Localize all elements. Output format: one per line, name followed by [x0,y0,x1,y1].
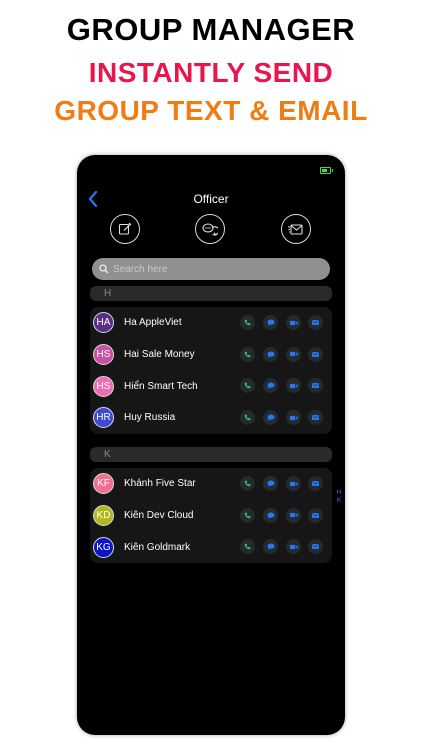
phone-icon [244,480,251,487]
index-letter-h[interactable]: H [336,489,342,497]
promo-tagline: GROUP TEXT & EMAIL [54,95,368,126]
phone-icon [244,414,251,421]
envelope-icon [312,351,319,357]
contact-row[interactable]: HS Hiển Smart Tech [90,370,332,402]
contact-group-h: HA Ha AppleViet HS Hai Sale Money HS Hiể… [90,307,332,434]
phone-icon [244,351,251,357]
envelope-icon [312,383,319,389]
call-button[interactable] [240,507,255,523]
promo-headline: GROUP MANAGER [66,12,356,47]
message-button[interactable] [263,507,278,523]
email-button[interactable] [308,476,323,491]
phone-icon [244,319,251,326]
envelope-icon [288,223,303,235]
section-header-k: K [90,447,332,462]
chat-icon [267,543,274,551]
contact-group-k: KF Khánh Five Star KD Kiên Dev Cloud KG … [90,468,332,564]
video-call-button[interactable] [286,315,301,330]
group-message-button[interactable] [195,214,225,244]
section-index[interactable]: H K [336,489,342,505]
video-call-button[interactable] [286,410,301,426]
message-button[interactable] [263,539,278,555]
message-button[interactable] [263,410,278,426]
video-call-button[interactable] [286,507,301,523]
contact-name: Hiển Smart Tech [124,380,198,392]
chat-bubbles-icon [202,223,218,236]
message-button[interactable] [263,346,278,362]
avatar: HS [93,375,114,397]
envelope-icon [312,320,319,325]
call-button[interactable] [240,378,255,394]
search-bar[interactable] [92,258,330,280]
video-call-button[interactable] [286,378,301,394]
contact-name: Khánh Five Star [124,478,196,490]
message-button[interactable] [263,378,278,394]
avatar: HS [93,344,114,366]
message-button[interactable] [263,315,278,330]
chat-icon [267,351,274,358]
group-email-button[interactable] [281,214,311,244]
envelope-icon [312,512,319,518]
envelope-icon [312,415,319,421]
phone-icon [244,544,251,550]
call-button[interactable] [240,539,255,555]
contact-row[interactable]: HR Huy Russia [90,402,332,434]
email-button[interactable] [308,539,323,555]
video-call-button[interactable] [286,346,301,362]
contact-name: Kiên Goldmark [124,541,191,553]
email-button[interactable] [308,378,323,394]
contact-row[interactable]: KF Khánh Five Star [90,468,332,500]
contact-row[interactable]: HS Hai Sale Money [90,339,332,371]
email-button[interactable] [308,507,323,523]
video-camera-icon [289,513,298,518]
call-button[interactable] [240,476,255,491]
contact-name: Kiên Dev Cloud [124,510,194,522]
edit-button[interactable] [110,214,140,244]
page-title: Officer [193,192,229,206]
contact-name: Hai Sale Money [124,349,195,361]
chat-icon [267,319,274,326]
phone-icon [244,512,251,518]
avatar: KD [93,505,114,527]
video-camera-icon [289,352,298,357]
message-button[interactable] [263,476,278,491]
chat-icon [267,414,274,421]
email-button[interactable] [308,410,323,426]
email-button[interactable] [308,315,323,330]
video-call-button[interactable] [286,476,301,491]
contact-row[interactable]: HA Ha AppleViet [90,307,332,339]
video-camera-icon [289,481,298,486]
video-camera-icon [289,320,298,325]
video-camera-icon [289,383,298,389]
envelope-icon [312,481,319,486]
contact-row[interactable]: KG Kiên Goldmark [90,531,332,563]
phone-screen: Officer H HA Ha AppleViet HS Hai Sale Mo… [77,155,345,735]
avatar: KF [93,473,114,495]
avatar: HA [93,312,114,334]
call-button[interactable] [240,410,255,426]
video-camera-icon [289,415,298,420]
avatar: KG [93,536,114,558]
avatar: HR [93,407,114,429]
video-camera-icon [289,544,298,550]
promo-subheadline: INSTANTLY SEND [88,57,334,88]
battery-icon [320,167,333,174]
edit-icon [118,222,132,235]
call-button[interactable] [240,315,255,330]
contact-row[interactable]: KD Kiên Dev Cloud [90,500,332,532]
index-letter-k[interactable]: K [336,497,342,505]
chat-icon [267,512,274,519]
contact-name: Ha AppleViet [124,317,182,329]
section-header-h: H [90,286,332,301]
phone-icon [244,383,251,389]
chat-icon [267,480,274,487]
video-call-button[interactable] [286,539,301,555]
chat-icon [267,382,274,390]
contact-name: Huy Russia [124,412,176,424]
search-input[interactable] [113,263,313,275]
email-button[interactable] [308,346,323,362]
envelope-icon [312,544,319,550]
call-button[interactable] [240,346,255,362]
search-icon [99,264,109,274]
